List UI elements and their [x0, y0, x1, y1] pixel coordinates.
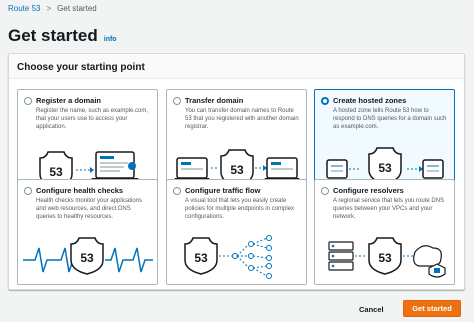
option-description: A hosted zone tells Route 53 how to resp…: [333, 108, 447, 130]
breadcrumb: Route 53 > Get started: [8, 4, 97, 13]
page-title-row: Get started info: [8, 26, 117, 46]
transfer-domain-radio[interactable]: [173, 96, 181, 105]
starting-point-panel: Choose your starting point Register a do…: [8, 53, 465, 290]
footer-actions: Cancel Get started: [0, 296, 474, 322]
breadcrumb-route53-link[interactable]: Route 53: [8, 4, 40, 13]
breadcrumb-separator: >: [46, 4, 52, 13]
cancel-button[interactable]: Cancel: [359, 305, 384, 314]
shield-53-text: 53: [230, 163, 244, 177]
option-configure-traffic-flow[interactable]: Configure traffic flow A visual tool tha…: [166, 179, 307, 285]
option-description: A regional service that lets you route D…: [333, 198, 445, 220]
get-started-button[interactable]: Get started: [403, 300, 461, 317]
resolvers-illustration-icon: 53: [327, 237, 446, 278]
page-title: Get started: [8, 26, 98, 45]
configure-resolvers-radio[interactable]: [321, 186, 329, 195]
register-domain-radio[interactable]: [24, 96, 32, 105]
option-configure-resolvers[interactable]: Configure resolvers A regional service t…: [314, 179, 455, 285]
panel-title: Choose your starting point: [9, 54, 464, 79]
option-description: A visual tool that lets you easily creat…: [185, 198, 295, 220]
create-hosted-zones-radio[interactable]: [321, 96, 329, 105]
option-description: Register the name, such as example.com, …: [36, 108, 149, 130]
option-description: Health checks monitor your applications …: [36, 198, 143, 220]
info-link[interactable]: info: [104, 36, 117, 43]
option-title: Configure health checks: [36, 186, 124, 195]
configure-traffic-flow-radio[interactable]: [173, 186, 181, 195]
shield-53-text: 53: [194, 251, 208, 265]
breadcrumb-current: Get started: [57, 4, 97, 13]
option-title: Transfer domain: [185, 96, 244, 105]
shield-53-text: 53: [378, 251, 392, 265]
shield-53-text: 53: [378, 161, 392, 175]
option-title: Register a domain: [36, 96, 102, 105]
health-checks-illustration-icon: 53: [22, 237, 153, 275]
traffic-flow-illustration-icon: 53: [183, 235, 272, 279]
option-title: Create hosted zones: [333, 96, 407, 105]
option-configure-health-checks[interactable]: Configure health checks Health checks mo…: [17, 179, 158, 285]
configure-health-checks-radio[interactable]: [24, 186, 32, 195]
option-title: Configure traffic flow: [185, 186, 261, 195]
option-title: Configure resolvers: [333, 186, 404, 195]
shield-53-text: 53: [80, 251, 94, 265]
shield-53-text: 53: [49, 165, 63, 179]
option-description: You can transfer domain names to Route 5…: [185, 108, 299, 130]
